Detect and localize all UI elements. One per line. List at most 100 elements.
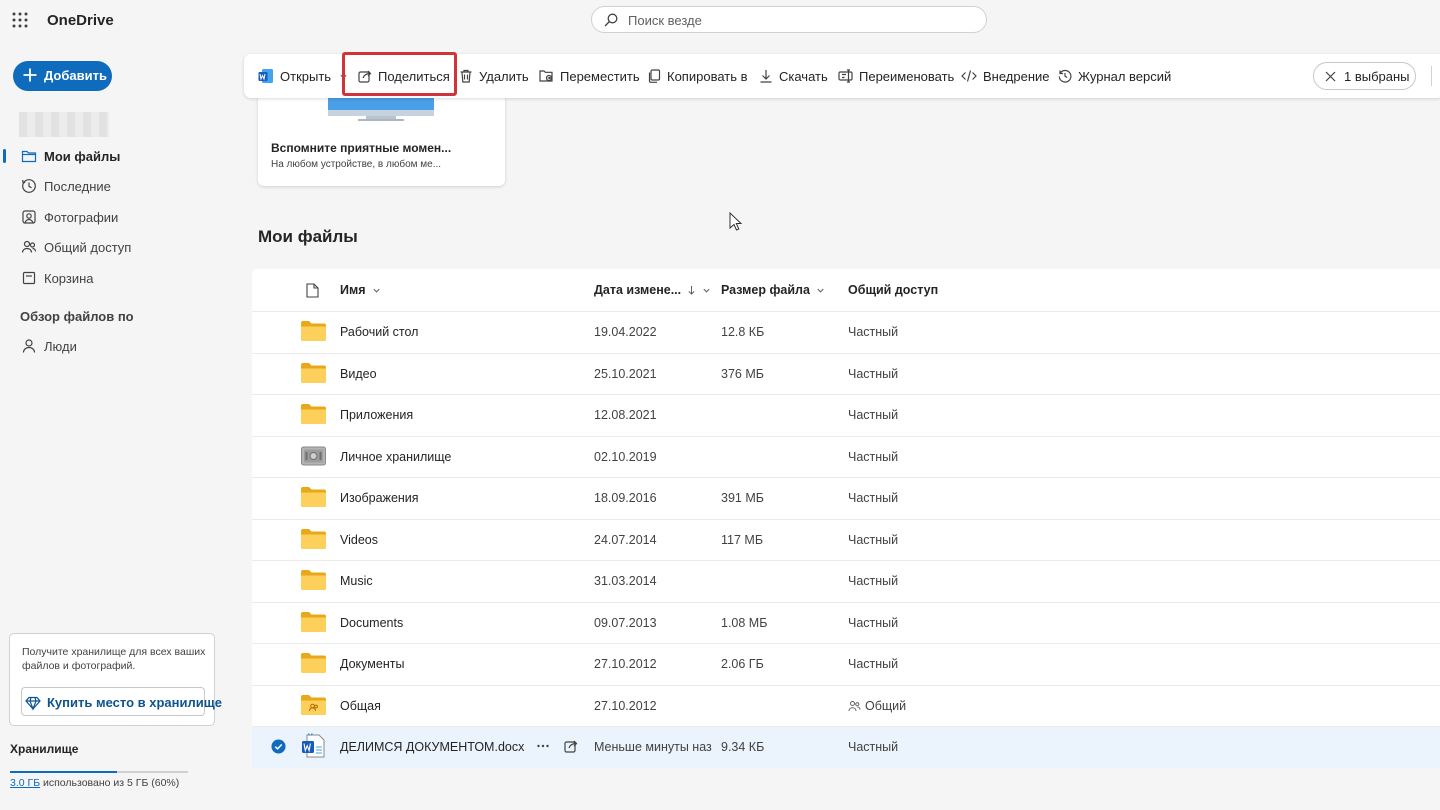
sidebar-item-recycle-bin[interactable]: Корзина	[0, 263, 240, 293]
people-icon	[21, 239, 37, 255]
copy-icon	[647, 69, 661, 83]
sharing-column-label: Общий доступ	[848, 283, 939, 297]
file-modified: 18.09.2016	[594, 491, 657, 505]
table-row[interactable]: Music 31.03.2014 Частный	[252, 560, 1440, 602]
file-name[interactable]: Документы	[340, 657, 404, 671]
file-name[interactable]: Изображения	[340, 491, 419, 505]
modified-column-label: Дата измене...	[594, 283, 682, 297]
table-row[interactable]: Общая 27.10.2012 Общий	[252, 684, 1440, 727]
sidebar-item-my-files[interactable]: Мои файлы	[0, 141, 240, 171]
embed-button[interactable]: Внедрение	[961, 54, 1050, 98]
file-sharing-label: Частный	[848, 740, 899, 754]
buy-storage-label: Купить место в хранилище	[47, 695, 222, 710]
sidebar-item-label: Общий доступ	[44, 240, 132, 255]
copy-to-label: Копировать в	[667, 68, 748, 84]
checkmark-circle-icon[interactable]	[271, 739, 286, 754]
modified-column-header[interactable]: Дата измене...	[594, 283, 711, 297]
file-modified: 24.07.2014	[594, 532, 657, 547]
storage-usage-text: 3.0 ГБ использовано из 5 ГБ (60%)	[10, 777, 179, 789]
table-row[interactable]: Видео 25.10.2021 376 МБ Частный	[252, 352, 1440, 395]
move-button[interactable]: Переместить	[539, 54, 640, 98]
download-label: Скачать	[779, 68, 828, 84]
table-row[interactable]: Документы 27.10.2012 2.06 ГБ Частный	[252, 643, 1440, 685]
sidebar-item-people[interactable]: Люди	[0, 331, 240, 361]
app-launcher-icon[interactable]	[11, 11, 29, 29]
chevron-down-icon	[339, 72, 348, 81]
table-row[interactable]: Videos 24.07.2014 117 МБ Частный	[252, 518, 1440, 561]
file-modified: 27.10.2012	[594, 657, 657, 671]
word-icon	[258, 68, 274, 84]
open-button[interactable]: Открыть	[258, 54, 348, 98]
folder-icon	[301, 487, 326, 507]
file-modified: 19.04.2022	[594, 325, 657, 339]
version-history-button[interactable]: Журнал версий	[1058, 54, 1171, 98]
file-type-column-header[interactable]	[306, 283, 319, 298]
file-modified: 27.10.2012	[594, 698, 657, 713]
storage-usage-bar	[10, 771, 188, 773]
download-button[interactable]: Скачать	[759, 54, 828, 98]
selection-count-label: 1 выбраны	[1344, 68, 1410, 84]
file-name[interactable]: Приложения	[340, 408, 413, 422]
table-row[interactable]: Изображения 18.09.2016 391 МБ Частный	[252, 477, 1440, 519]
table-row[interactable]: Documents 09.07.2013 1.08 МБ Частный	[252, 601, 1440, 644]
share-button[interactable]: Поделиться	[358, 54, 450, 98]
storage-promo-card: Получите хранилище для всех ваших файлов…	[9, 633, 222, 726]
move-label: Переместить	[560, 68, 640, 84]
sharing-column-header[interactable]: Общий доступ	[848, 283, 938, 297]
people-icon	[848, 700, 861, 712]
copy-to-button[interactable]: Копировать в	[647, 54, 748, 98]
buy-storage-button[interactable]: Купить место в хранилище	[21, 687, 222, 716]
file-sharing: Частный	[848, 408, 898, 422]
folder-icon	[301, 611, 326, 632]
folder-icon	[301, 362, 326, 383]
file-name[interactable]: Видео	[340, 367, 377, 381]
file-size: 117 МБ	[721, 532, 764, 547]
file-name[interactable]: Documents	[340, 616, 403, 630]
chevron-down-icon	[372, 286, 381, 295]
shared-folder-icon	[301, 694, 326, 715]
sidebar-item-photos[interactable]: Фотографии	[0, 202, 240, 232]
search-icon	[604, 13, 618, 27]
file-name[interactable]: Рабочий стол	[340, 325, 418, 339]
more-actions-icon[interactable]	[536, 739, 550, 753]
trash-icon	[21, 270, 37, 286]
word-document-icon	[301, 733, 326, 759]
name-column-header[interactable]: Имя	[340, 283, 381, 297]
table-row[interactable]: Рабочий стол 19.04.2022 12.8 КБ Частный	[252, 311, 1440, 353]
browse-by-heading: Обзор файлов по	[20, 309, 134, 324]
photo-icon	[21, 209, 37, 225]
file-sharing: Частный	[848, 657, 898, 671]
file-name[interactable]: Videos	[340, 533, 378, 547]
size-column-header[interactable]: Размер файла	[721, 283, 825, 297]
file-name[interactable]: Личное хранилище	[340, 450, 451, 464]
storage-used-link[interactable]: 3.0 ГБ	[10, 777, 40, 789]
file-sharing: Частный	[848, 574, 898, 588]
storage-title: Хранилище	[10, 742, 79, 756]
file-table: Имя Дата измене... Размер файла Общий до…	[252, 269, 1440, 768]
file-sharing-label: Частный	[848, 449, 899, 464]
file-name[interactable]: Music	[340, 574, 373, 588]
file-sharing-label: Частный	[848, 491, 899, 505]
share-icon[interactable]	[564, 739, 578, 753]
table-row[interactable]: ДЕЛИМСЯ ДОКУМЕНТОМ.docx Меньше минуты наз…	[252, 726, 1440, 768]
rename-button[interactable]: Переименовать	[838, 54, 954, 98]
share-icon	[358, 69, 372, 83]
personal-vault-icon	[301, 446, 326, 466]
selection-count-button[interactable]: 1 выбраны	[1313, 62, 1416, 90]
delete-label: Удалить	[479, 68, 529, 84]
search-input[interactable]: Поиск везде	[591, 6, 987, 33]
file-name[interactable]: ДЕЛИМСЯ ДОКУМЕНТОМ.docx	[340, 740, 524, 754]
file-size: 2.06 ГБ	[721, 657, 764, 671]
file-name[interactable]: Общая	[340, 699, 381, 713]
table-row[interactable]: Личное хранилище 02.10.2019 Частный	[252, 435, 1440, 478]
file-size: 376 МБ	[721, 366, 764, 381]
app-title[interactable]: OneDrive	[47, 12, 114, 29]
sidebar-item-shared[interactable]: Общий доступ	[0, 232, 240, 262]
promo-card[interactable]: Вспомните приятные момен... На любом уст…	[258, 96, 505, 186]
folder-icon	[301, 570, 326, 590]
delete-button[interactable]: Удалить	[459, 54, 529, 98]
history-icon	[1058, 69, 1072, 83]
sidebar-item-recent[interactable]: Последние	[0, 171, 240, 201]
table-row[interactable]: Приложения 12.08.2021 Частный	[252, 394, 1440, 436]
add-button[interactable]: Добавить	[13, 61, 112, 91]
